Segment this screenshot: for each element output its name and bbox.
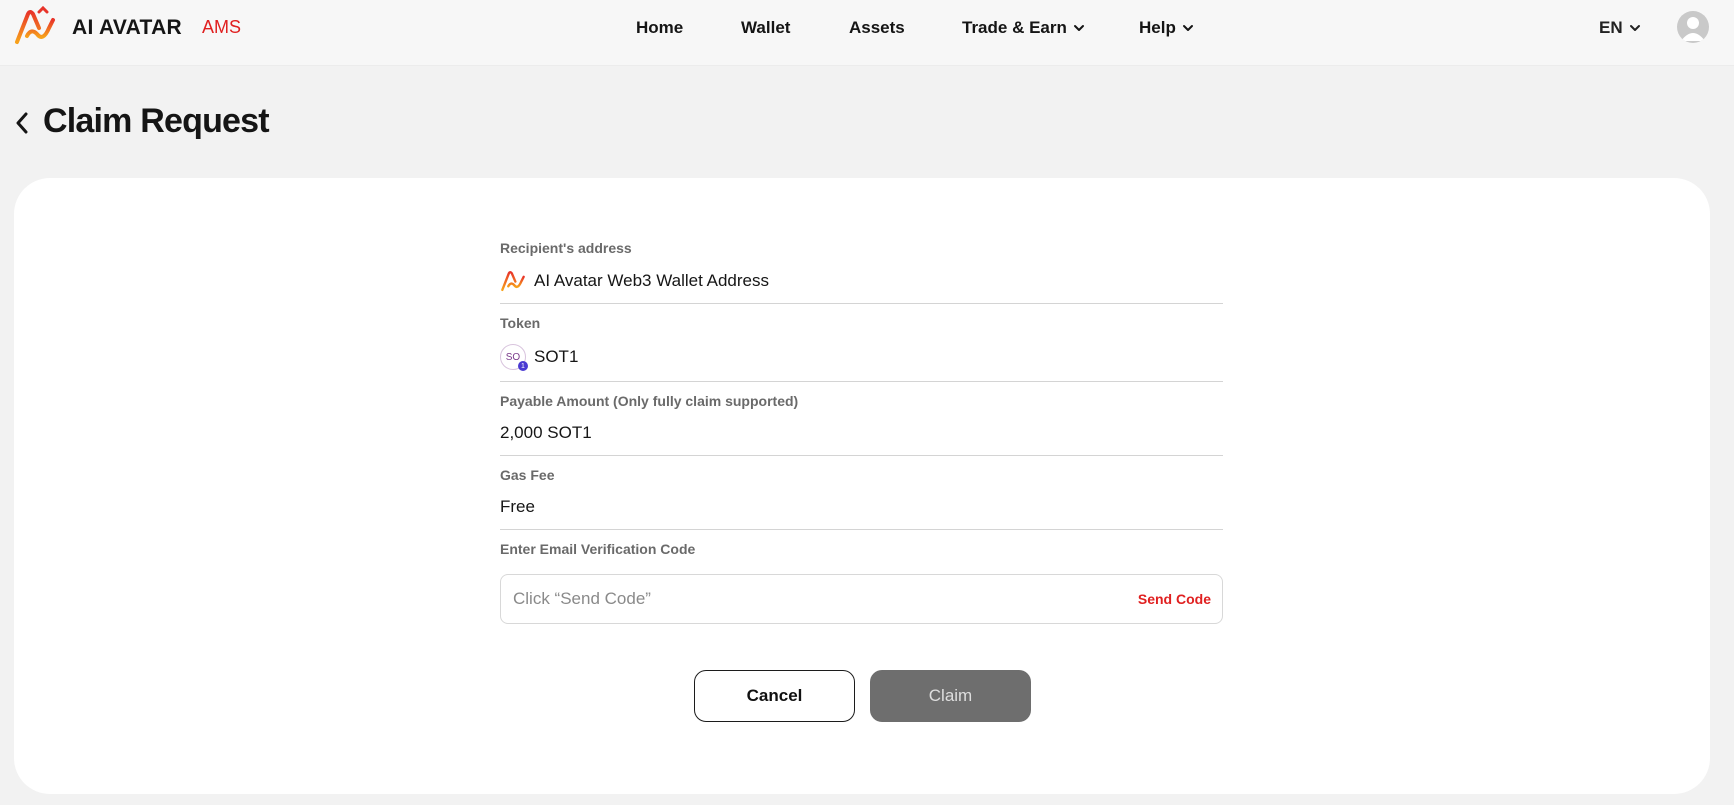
token-name: SOT1 [534,347,579,366]
recipient-value: AI Avatar Web3 Wallet Address [500,268,769,294]
divider [500,529,1223,530]
nav-home-label: Home [636,18,684,37]
sot1-token-icon: SO 1 [500,344,528,371]
divider [500,303,1223,304]
chevron-down-icon [1629,25,1640,31]
nav-wallet[interactable]: Wallet [741,18,790,38]
recipient-label: Recipient's address [500,240,632,256]
token-icon-badge: 1 [518,361,528,371]
language-selector[interactable]: EN [1599,18,1641,38]
claim-request-card [14,178,1710,794]
ai-avatar-logo-icon[interactable] [13,6,57,48]
chevron-down-icon [1182,25,1193,31]
nav-trade-earn-label: Trade & Earn [962,18,1067,37]
recipient-address-text: AI Avatar Web3 Wallet Address [534,271,769,290]
divider [500,381,1223,382]
nav-help-label: Help [1139,18,1176,37]
brand-tag: AMS [202,17,242,37]
cancel-button[interactable]: Cancel [694,670,855,722]
nav-trade-earn[interactable]: Trade & Earn [962,18,1085,38]
user-avatar-icon[interactable] [1677,11,1709,43]
brand-name: AI AVATAR [72,16,183,39]
amount-value: 2,000 SOT1 [500,423,592,442]
nav-assets-label: Assets [849,18,905,37]
divider [500,455,1223,456]
nav-wallet-label: Wallet [741,18,791,37]
nav-help[interactable]: Help [1139,18,1194,38]
top-navigation-bar: AI AVATAR AMS Home Wallet Assets Trade &… [0,0,1734,66]
verification-label: Enter Email Verification Code [500,541,696,557]
claim-button[interactable]: Claim [870,670,1031,722]
gas-fee-value: Free [500,497,535,516]
token-label: Token [500,315,541,331]
back-chevron-icon[interactable] [12,108,32,138]
nav-assets[interactable]: Assets [849,18,905,38]
gas-fee-label: Gas Fee [500,467,555,483]
nav-home[interactable]: Home [636,18,683,38]
chevron-down-icon [1073,25,1084,31]
page-title: Claim Request [43,102,270,140]
language-label: EN [1599,18,1623,37]
amount-label: Payable Amount (Only fully claim support… [500,393,799,409]
ai-avatar-logo-icon [501,270,525,292]
verification-code-input[interactable] [513,575,1073,623]
send-code-button[interactable]: Send Code [1138,591,1211,607]
token-value: SO 1 SOT1 [500,344,579,371]
token-icon-text: SO [505,351,521,363]
verification-code-field: Send Code [500,574,1223,624]
